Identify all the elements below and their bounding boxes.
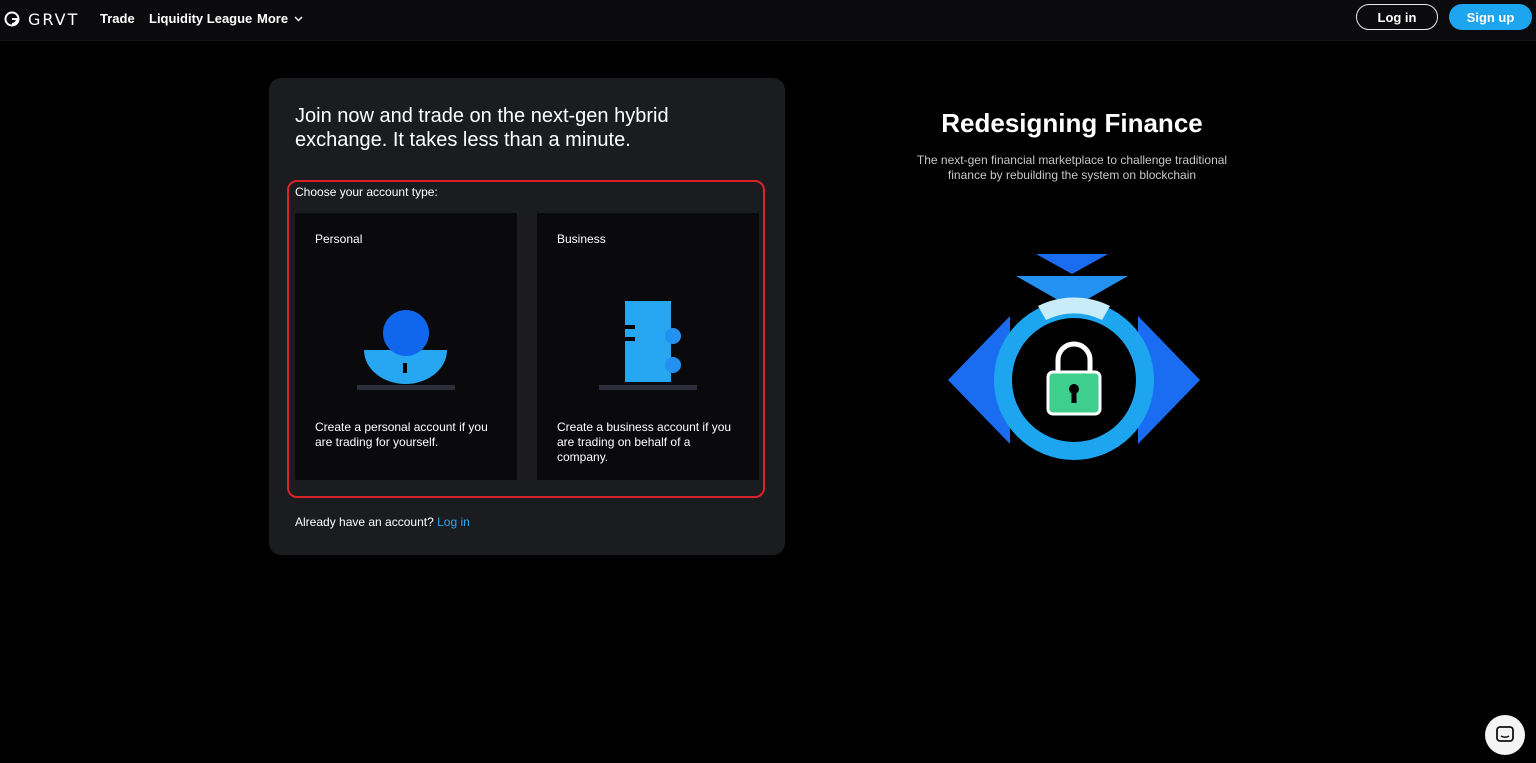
security-lock-illustration-icon [948,254,1200,460]
personal-account-option[interactable]: Personal Create a personal account if yo… [295,213,517,480]
already-have-account: Already have an account? Log in [295,515,470,529]
login-button[interactable]: Log in [1356,4,1438,30]
grvt-logo-icon [4,11,20,27]
person-illustration-icon [357,310,455,390]
nav-more-label: More [257,11,289,26]
chat-button[interactable] [1485,715,1525,755]
brand-logo[interactable]: GRVT [4,8,79,30]
login-link[interactable]: Log in [437,515,470,529]
hero-title: Redesigning Finance [941,108,1203,138]
top-nav: GRVT Trade Liquidity League More Log in … [0,0,1536,41]
nav-liquidity-league[interactable]: Liquidity League [149,11,252,26]
signup-card: Join now and trade on the next-gen hybri… [269,78,785,555]
signup-button[interactable]: Sign up [1449,4,1532,30]
option-title: Personal [315,232,363,246]
already-text: Already have an account? [295,515,434,529]
option-description: Create a personal account if you are tra… [315,420,488,449]
building-illustration-icon [599,301,697,390]
brand-name: GRVT [28,9,80,29]
nav-more[interactable]: More [257,11,303,26]
business-account-option[interactable]: Business Create a business account if yo… [537,213,759,480]
option-description: Create a business account if you are tra… [557,420,732,464]
option-title: Business [557,232,606,246]
chat-icon [1496,726,1514,742]
nav-trade[interactable]: Trade [100,11,135,26]
signup-title: Join now and trade on the next-gen hybri… [295,105,669,151]
choose-account-label: Choose your account type: [295,185,438,199]
chevron-down-icon [294,16,303,21]
hero-subtitle: The next-gen financial marketplace to ch… [916,153,1228,182]
